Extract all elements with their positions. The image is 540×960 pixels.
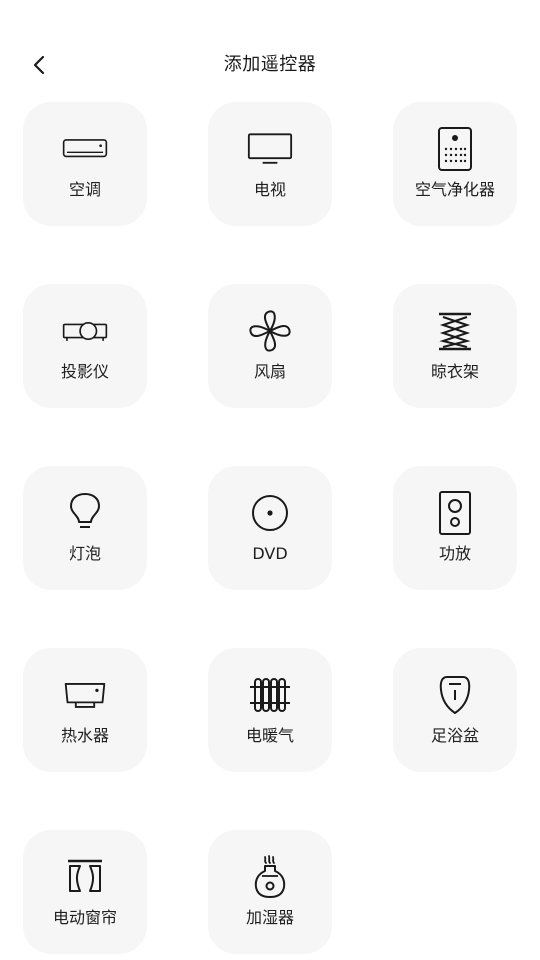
device-tile-curtain[interactable]: 电动窗帘 xyxy=(23,830,147,954)
device-tile-projector[interactable]: 投影仪 xyxy=(23,284,147,408)
device-label: 功放 xyxy=(438,544,471,563)
radiator-icon xyxy=(247,672,293,718)
device-label: 灯泡 xyxy=(68,544,101,563)
device-label: 电动窗帘 xyxy=(52,908,117,927)
device-tile-dvd[interactable]: DVD xyxy=(208,466,332,590)
device-label: 热水器 xyxy=(60,726,109,745)
device-tile-clothes-rack[interactable]: 晾衣架 xyxy=(393,284,517,408)
device-label: 空调 xyxy=(68,180,101,199)
device-label: 足浴盆 xyxy=(430,726,479,745)
humidifier-icon xyxy=(247,854,293,900)
foot-bath-icon xyxy=(432,672,478,718)
device-tile-radiator[interactable]: 电暖气 xyxy=(208,648,332,772)
device-tile-water-heater[interactable]: 热水器 xyxy=(23,648,147,772)
device-grid: 空调 电视 空气净化器 投影仪 风扇 晾衣架 灯泡 DVD 功放 热水器 电暖气… xyxy=(23,102,517,954)
projector-icon xyxy=(62,308,108,354)
device-label: DVD xyxy=(252,544,288,563)
water-heater-icon xyxy=(62,672,108,718)
air-conditioner-icon xyxy=(62,126,108,172)
page-title: 添加遥控器 xyxy=(223,54,317,75)
fan-icon xyxy=(247,308,293,354)
dvd-icon xyxy=(247,490,293,536)
device-label: 加湿器 xyxy=(245,908,294,927)
clothes-rack-icon xyxy=(432,308,478,354)
device-label: 电视 xyxy=(253,180,286,199)
device-label: 晾衣架 xyxy=(430,362,479,381)
air-purifier-icon xyxy=(432,126,478,172)
device-label: 投影仪 xyxy=(60,362,109,381)
device-tile-tv[interactable]: 电视 xyxy=(208,102,332,226)
device-label: 风扇 xyxy=(253,362,286,381)
curtain-icon xyxy=(62,854,108,900)
light-bulb-icon xyxy=(62,490,108,536)
tv-icon xyxy=(247,126,293,172)
device-tile-light-bulb[interactable]: 灯泡 xyxy=(23,466,147,590)
device-tile-fan[interactable]: 风扇 xyxy=(208,284,332,408)
device-tile-air-conditioner[interactable]: 空调 xyxy=(23,102,147,226)
device-tile-foot-bath[interactable]: 足浴盆 xyxy=(393,648,517,772)
device-tile-amplifier[interactable]: 功放 xyxy=(393,466,517,590)
device-tile-air-purifier[interactable]: 空气净化器 xyxy=(393,102,517,226)
device-label: 电暖气 xyxy=(245,726,294,745)
device-tile-humidifier[interactable]: 加湿器 xyxy=(208,830,332,954)
device-label: 空气净化器 xyxy=(414,180,495,199)
amplifier-icon xyxy=(432,490,478,536)
